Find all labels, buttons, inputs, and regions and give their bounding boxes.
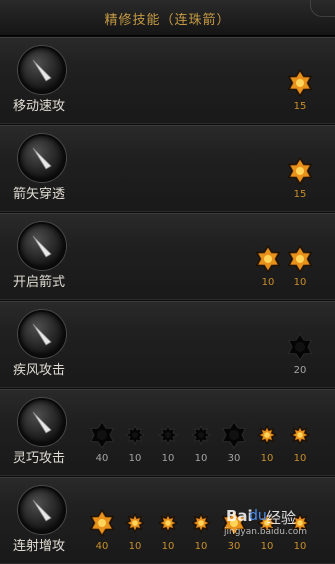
arrow-skill-icon[interactable] — [18, 310, 66, 358]
refine-star-active-icon — [124, 512, 146, 534]
arrow-skill-icon[interactable] — [18, 222, 66, 270]
refine-slot-value: 15 — [293, 101, 307, 112]
refine-slot[interactable]: 10 — [252, 419, 282, 469]
refine-slot[interactable]: 30 — [219, 507, 249, 557]
skill-row[interactable]: 移动速攻 15 — [0, 36, 335, 124]
skill-name: 疾风攻击 — [13, 363, 66, 378]
refine-slot[interactable]: 10 — [120, 419, 150, 469]
refine-star-active-icon — [287, 69, 313, 97]
refine-slot[interactable]: 10 — [120, 507, 150, 557]
refine-star-inactive-icon — [124, 424, 146, 446]
refine-slot[interactable]: 10 — [186, 419, 216, 469]
skill-name: 灵巧攻击 — [13, 451, 66, 466]
refine-slot-value: 20 — [293, 365, 307, 376]
refine-star-active-icon — [255, 245, 281, 273]
refine-star-active-icon — [157, 512, 179, 534]
corner-ornament-icon — [310, 0, 335, 17]
refine-star-active-icon — [287, 245, 313, 273]
refine-slot-value: 15 — [293, 189, 307, 200]
skill-row[interactable]: 连射增攻 40 10 10 10 30 10 10 — [0, 476, 335, 564]
refine-slot[interactable]: 10 — [285, 507, 315, 557]
refine-slot[interactable]: 10 — [153, 507, 183, 557]
refine-slot[interactable]: 10 — [186, 507, 216, 557]
skill-row[interactable]: 开启箭式 10 10 — [0, 212, 335, 300]
skill-name: 连射增攻 — [13, 539, 66, 554]
refine-star-active-icon — [89, 509, 115, 537]
refine-slot-value: 10 — [293, 277, 307, 288]
skill-row[interactable]: 箭矢穿透 15 — [0, 124, 335, 212]
refine-slot[interactable]: 30 — [219, 419, 249, 469]
refine-star-inactive-icon — [157, 424, 179, 446]
refine-star-active-icon — [289, 512, 311, 534]
refine-slot[interactable]: 15 — [285, 155, 315, 205]
refine-slot-value: 10 — [293, 541, 307, 552]
refine-star-active-icon — [256, 512, 278, 534]
skill-name: 箭矢穿透 — [13, 187, 66, 202]
refine-star-inactive-icon — [190, 424, 212, 446]
refine-star-inactive-icon — [221, 421, 247, 449]
refine-slot[interactable]: 40 — [87, 507, 117, 557]
refine-slot-value: 10 — [293, 453, 307, 464]
refine-slot[interactable]: 40 — [87, 419, 117, 469]
arrow-skill-icon[interactable] — [18, 46, 66, 94]
refine-slot[interactable]: 10 — [252, 507, 282, 557]
arrow-skill-icon[interactable] — [18, 134, 66, 182]
skill-list: 移动速攻 15 箭矢穿透 15 开启箭式 10 10 疾风攻击 20 灵巧攻击 40 10 10 10 30… — [0, 36, 335, 564]
arrow-skill-icon[interactable] — [18, 486, 66, 534]
skill-row[interactable]: 疾风攻击 20 — [0, 300, 335, 388]
skill-refine-panel: 精修技能（连珠箭） 移动速攻 15 箭矢穿透 15 开启箭式 10 10 疾风攻击 20 灵巧攻击… — [0, 0, 335, 564]
refine-star-inactive-icon — [89, 421, 115, 449]
title-bar: 精修技能（连珠箭） — [0, 0, 335, 36]
skill-name: 移动速攻 — [13, 99, 66, 114]
refine-star-active-icon — [190, 512, 212, 534]
refine-star-active-icon — [289, 424, 311, 446]
arrow-skill-icon[interactable] — [18, 398, 66, 446]
refine-slot[interactable]: 10 — [153, 419, 183, 469]
refine-star-active-icon — [256, 424, 278, 446]
skill-row[interactable]: 灵巧攻击 40 10 10 10 30 10 10 — [0, 388, 335, 476]
refine-slot[interactable]: 15 — [285, 67, 315, 117]
refine-star-active-icon — [221, 509, 247, 537]
refine-star-active-icon — [287, 157, 313, 185]
refine-slot[interactable]: 10 — [285, 243, 315, 293]
skill-name: 开启箭式 — [13, 275, 66, 290]
refine-slot[interactable]: 20 — [285, 331, 315, 381]
refine-star-inactive-icon — [287, 333, 313, 361]
panel-title: 精修技能（连珠箭） — [104, 13, 231, 28]
refine-slot[interactable]: 10 — [285, 419, 315, 469]
